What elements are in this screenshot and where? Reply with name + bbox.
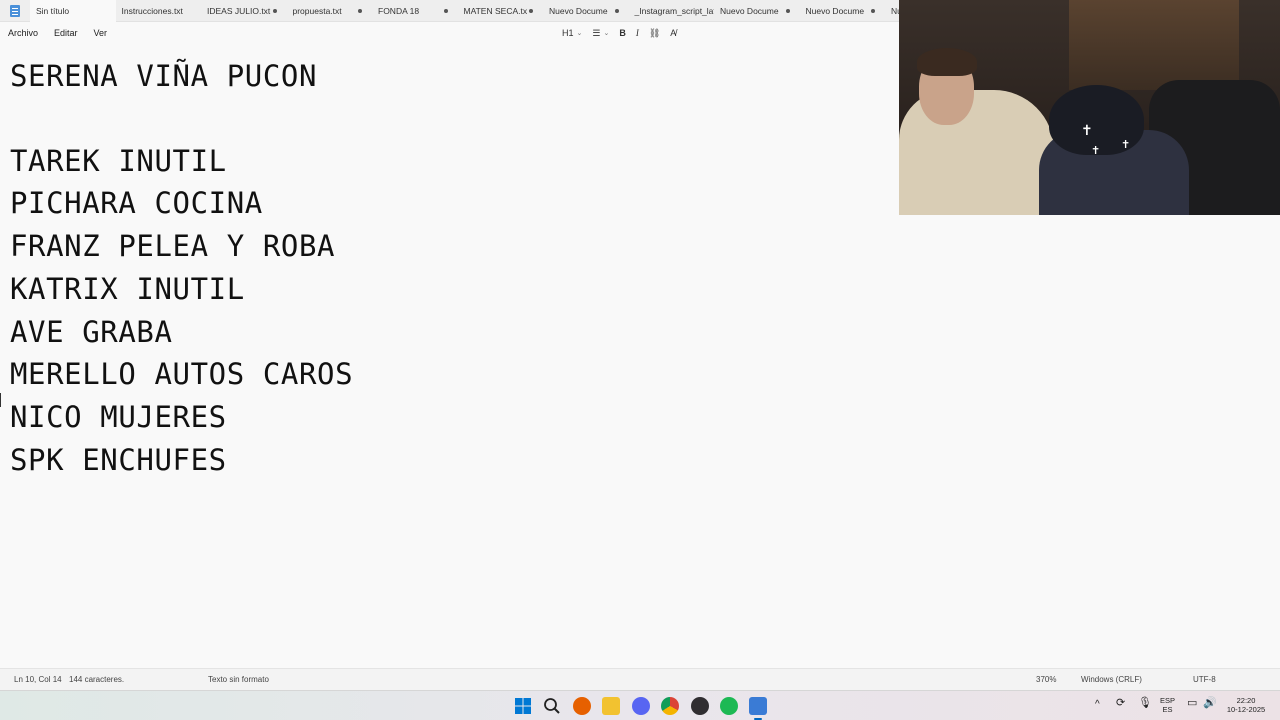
menu-archivo[interactable]: Archivo [0,22,46,44]
menu-editar[interactable]: Editar [46,22,86,44]
firefox-icon[interactable] [573,697,591,715]
tab-instagram-script[interactable]: _Instagram_script_lat [629,0,715,22]
heading-dropdown[interactable]: H1 ⌄ [562,28,582,38]
unsaved-dot-icon [443,8,448,13]
webcam-overlay: ✝ ✝ ✝ [899,0,1280,215]
list-dropdown[interactable]: ☰ ⌄ [592,28,609,39]
notepad-window: Sin título Instrucciones.txt IDEAS JULIO… [0,0,1280,720]
notepad-icon[interactable] [749,697,767,715]
tab-label: FONDA 18 [378,5,420,16]
text-line: NICO MUJERES [10,400,227,434]
network-icon[interactable]: ▭ [1187,698,1197,709]
tab-label: Sin título [36,5,70,16]
unsaved-dot-icon [614,8,619,13]
background-shelf [1069,0,1239,90]
tab-label: propuesta.txt [292,5,342,16]
obs-icon[interactable] [691,697,709,715]
chevron-down-icon: ⌄ [576,30,583,37]
text-line: PICHARA COCINA [10,186,263,220]
tab-propuesta[interactable]: propuesta.txt [287,0,373,22]
chevron-down-icon: ⌄ [603,30,610,37]
status-bar: Ln 10, Col 14 144 caracteres. Texto sin … [0,668,1280,690]
unsaved-dot-icon [871,8,875,13]
bold-icon: B [619,28,626,38]
unsaved-dot-icon [785,8,790,13]
tab-nuevo-documento-1[interactable]: Nuevo Docume [543,0,629,22]
clear-format-button[interactable]: A̸ [670,28,676,38]
windows-taskbar: ^ ⟳ 🎙 ESP ES ▭ 🔊 22:20 10-12-2025 [0,690,1280,720]
tab-instrucciones[interactable]: Instrucciones.txt [116,0,202,22]
microphone-icon[interactable]: 🎙 [1138,698,1152,709]
zoom-level: 370% [1036,675,1057,684]
tab-fonda-18[interactable]: FONDA 18 [372,0,458,22]
tab-label: Nuevo Docume [805,5,865,16]
clock[interactable]: 22:20 10-12-2025 [1224,696,1268,714]
text-line: SPK ENCHUFES [10,443,227,477]
text-line: AVE GRABA [10,315,173,349]
volume-icon[interactable]: 🔊 [1203,698,1217,709]
text-line: KATRIX INUTIL [10,272,245,306]
encoding: UTF-8 [1193,675,1216,684]
text-caret [0,393,1,407]
tab-sin-titulo[interactable]: Sin título [30,0,116,22]
text-line: SERENA VIÑA PUCON [10,59,318,93]
format-toolbar: H1 ⌄ ☰ ⌄ B I ⛓ A̸ [562,22,676,44]
char-count: 144 caracteres. [69,675,125,684]
tab-nuevo-documento-3[interactable]: Nuevo Docume [800,0,886,22]
tab-nuevo-documento-2[interactable]: Nuevo Docume [714,0,800,22]
italic-icon: I [635,28,639,38]
notepad-app-icon [10,4,20,17]
text-line: MERELLO AUTOS CAROS [10,357,354,391]
tab-label: _Instagram_script_lat [634,5,715,16]
language-indicator[interactable]: ESP ES [1160,696,1175,714]
link-icon: ⛓ [648,27,661,38]
bold-button[interactable]: B [619,28,626,38]
text-line: FRANZ PELEA Y ROBA [10,229,336,263]
tab-ideas-julio[interactable]: IDEAS JULIO.txt [201,0,287,22]
sync-icon[interactable]: ⟳ [1116,698,1125,709]
unsaved-dot-icon [358,8,362,13]
tab-label: Nuevo Docume [720,5,779,16]
unsaved-dot-icon [272,8,277,13]
text-line: TAREK INUTIL [10,144,227,178]
heading-label: H1 [562,28,574,38]
tab-label: IDEAS JULIO.txt [207,5,271,16]
list-icon: ☰ [592,27,601,38]
chrome-icon[interactable] [661,697,679,715]
tab-label: Nuevo Docume [549,5,608,16]
file-explorer-icon[interactable] [602,697,620,715]
link-button[interactable]: ⛓ [649,28,660,39]
cursor-position: Ln 10, Col 14 [14,675,62,684]
spotify-icon[interactable] [720,697,738,715]
tab-label: Instrucciones.txt [121,5,183,16]
tab-label: MATEN SECA.tx [463,5,528,16]
discord-icon[interactable] [632,697,650,715]
clear-format-icon: A̸ [670,28,677,38]
windows-start-icon[interactable] [514,697,532,715]
unsaved-dot-icon [529,8,533,13]
italic-button[interactable]: I [636,28,639,38]
chevron-up-icon[interactable]: ^ [1095,700,1100,710]
line-ending: Windows (CRLF) [1081,675,1142,684]
text-format[interactable]: Texto sin formato [208,669,269,691]
menu-ver[interactable]: Ver [86,22,116,44]
search-icon[interactable] [543,697,561,715]
tab-maten-seca[interactable]: MATEN SECA.tx [458,0,544,22]
